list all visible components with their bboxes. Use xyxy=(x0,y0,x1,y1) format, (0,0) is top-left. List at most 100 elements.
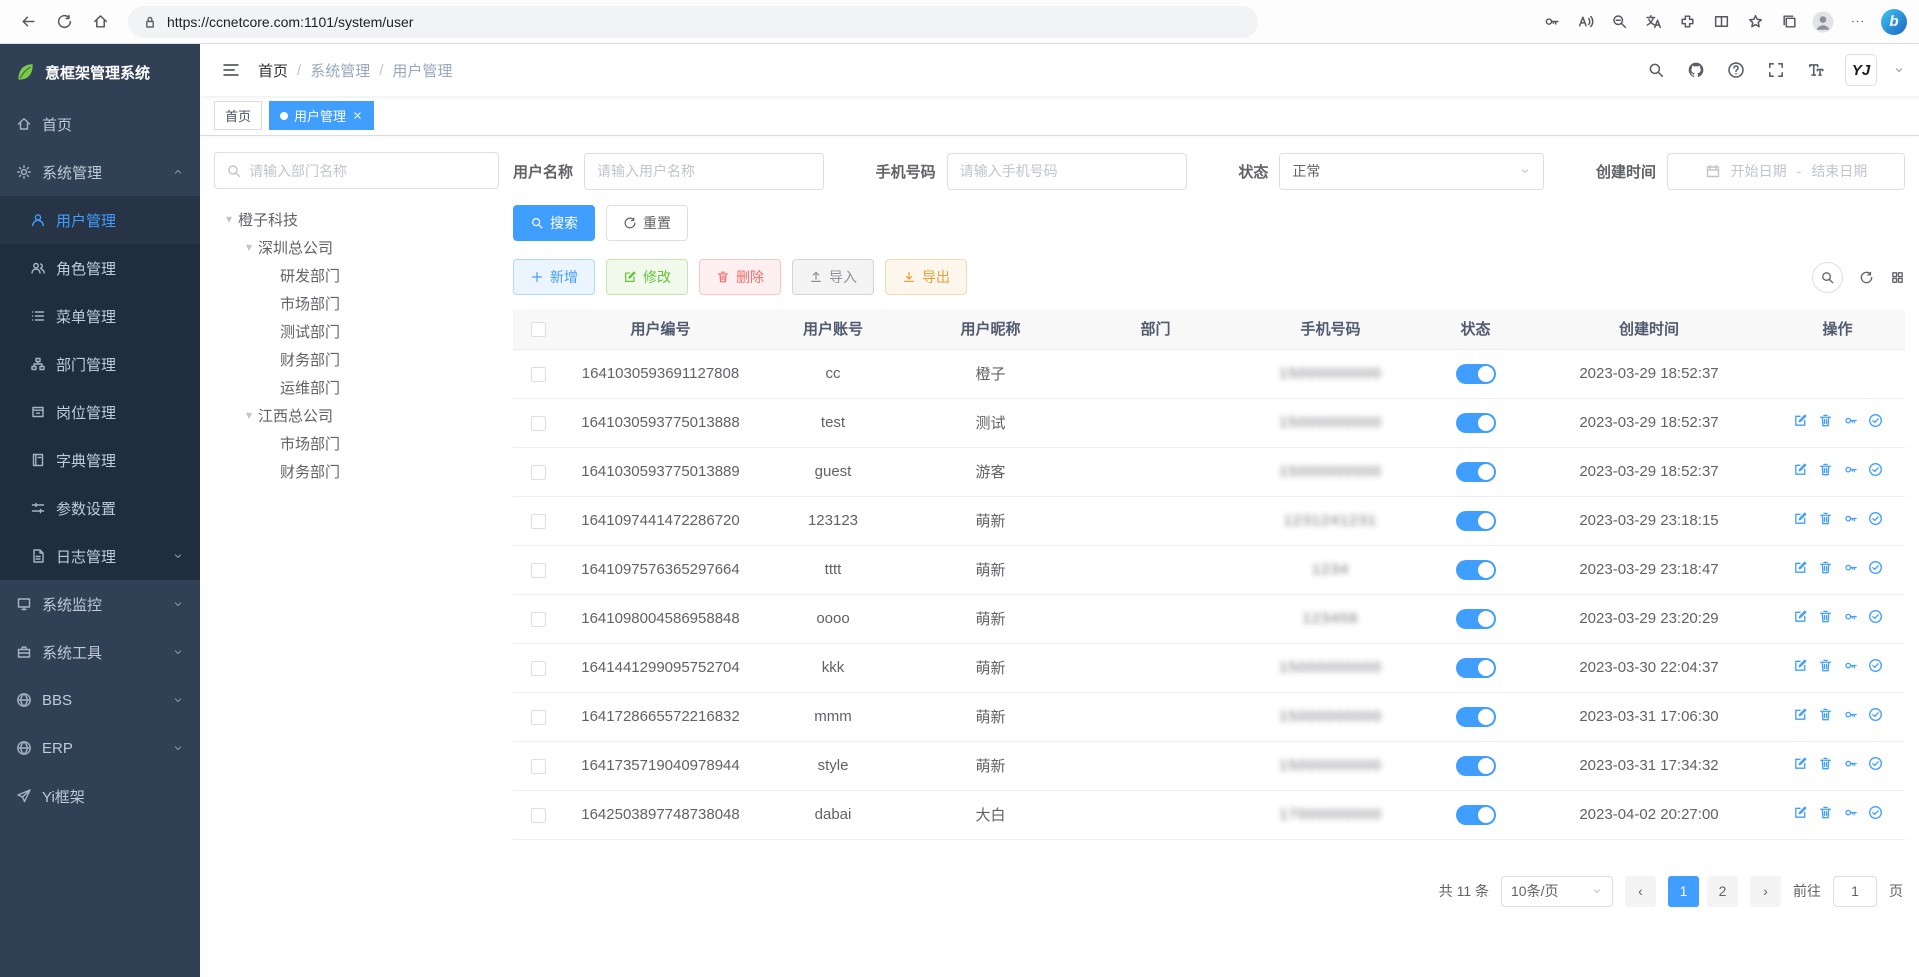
assign-role-icon[interactable] xyxy=(1868,658,1883,673)
tree-caret-icon[interactable]: ▾ xyxy=(240,408,258,422)
edit-icon[interactable] xyxy=(1793,756,1808,771)
toggle-search-button[interactable] xyxy=(1812,262,1843,293)
tree-node[interactable]: ▾深圳总公司 xyxy=(214,233,499,261)
dept-search-input[interactable] xyxy=(249,163,487,179)
edit-icon[interactable] xyxy=(1793,707,1808,722)
assign-role-icon[interactable] xyxy=(1868,609,1883,624)
edit-icon[interactable] xyxy=(1793,511,1808,526)
sidebar-item-menu-management[interactable]: 菜单管理 xyxy=(0,292,200,340)
phone-input[interactable] xyxy=(947,153,1187,190)
tab-user-management[interactable]: 用户管理 xyxy=(269,101,374,130)
row-checkbox[interactable] xyxy=(531,563,546,578)
more-icon[interactable] xyxy=(1841,6,1873,38)
tree-node[interactable]: 研发部门 xyxy=(214,261,499,289)
github-icon[interactable] xyxy=(1683,57,1709,83)
read-aloud-icon[interactable] xyxy=(1569,6,1601,38)
delete-icon[interactable] xyxy=(1818,609,1833,624)
sidebar-item-erp[interactable]: ERP xyxy=(0,724,200,772)
app-logo[interactable]: 意框架管理系统 xyxy=(0,44,200,100)
row-checkbox[interactable] xyxy=(531,759,546,774)
tree-caret-icon[interactable]: ▾ xyxy=(220,212,238,226)
export-button[interactable]: 导出 xyxy=(885,259,967,295)
edit-icon[interactable] xyxy=(1793,413,1808,428)
reset-button[interactable]: 重置 xyxy=(606,205,688,241)
url-text[interactable]: https://ccnetcore.com:1101/system/user xyxy=(167,14,413,30)
sidebar-item-post-management[interactable]: 岗位管理 xyxy=(0,388,200,436)
sidebar-item-home[interactable]: 首页 xyxy=(0,100,200,148)
copilot-icon[interactable]: b xyxy=(1881,9,1907,35)
status-toggle[interactable] xyxy=(1456,707,1496,727)
close-icon[interactable] xyxy=(352,110,363,121)
assign-role-icon[interactable] xyxy=(1868,511,1883,526)
edit-icon[interactable] xyxy=(1793,658,1808,673)
tree-node[interactable]: 市场部门 xyxy=(214,289,499,317)
key-icon[interactable] xyxy=(1535,6,1567,38)
split-screen-icon[interactable] xyxy=(1705,6,1737,38)
sidebar-item-dict-management[interactable]: 字典管理 xyxy=(0,436,200,484)
sidebar-item-system-tools[interactable]: 系统工具 xyxy=(0,628,200,676)
sidebar-item-dept-management[interactable]: 部门管理 xyxy=(0,340,200,388)
fullscreen-icon[interactable] xyxy=(1763,57,1789,83)
assign-role-icon[interactable] xyxy=(1868,560,1883,575)
assign-role-icon[interactable] xyxy=(1868,756,1883,771)
delete-icon[interactable] xyxy=(1818,462,1833,477)
reset-password-icon[interactable] xyxy=(1843,658,1858,673)
chevron-down-icon[interactable] xyxy=(1893,64,1905,76)
refresh-table-button[interactable] xyxy=(1859,270,1874,285)
prev-page-button[interactable]: ‹ xyxy=(1625,876,1656,907)
page-button-1[interactable]: 1 xyxy=(1668,876,1699,907)
question-icon[interactable] xyxy=(1723,57,1749,83)
row-checkbox[interactable] xyxy=(531,416,546,431)
tree-node[interactable]: ▾江西总公司 xyxy=(214,401,499,429)
import-button[interactable]: 导入 xyxy=(792,259,874,295)
delete-icon[interactable] xyxy=(1818,805,1833,820)
tree-node[interactable]: 运维部门 xyxy=(214,373,499,401)
reset-password-icon[interactable] xyxy=(1843,707,1858,722)
zoom-out-icon[interactable] xyxy=(1603,6,1635,38)
row-checkbox[interactable] xyxy=(531,661,546,676)
status-toggle[interactable] xyxy=(1456,413,1496,433)
reset-password-icon[interactable] xyxy=(1843,462,1858,477)
row-checkbox[interactable] xyxy=(531,710,546,725)
edit-icon[interactable] xyxy=(1793,805,1808,820)
assign-role-icon[interactable] xyxy=(1868,805,1883,820)
row-checkbox[interactable] xyxy=(531,514,546,529)
status-toggle[interactable] xyxy=(1456,364,1496,384)
breadcrumb-item-user[interactable]: 用户管理 xyxy=(392,60,452,81)
search-button[interactable]: 搜索 xyxy=(513,205,595,241)
tree-node[interactable]: 测试部门 xyxy=(214,317,499,345)
sidebar-item-role-management[interactable]: 角色管理 xyxy=(0,244,200,292)
sidebar-item-yi-framework[interactable]: Yi框架 xyxy=(0,772,200,820)
row-checkbox[interactable] xyxy=(531,612,546,627)
home-icon[interactable] xyxy=(84,6,116,38)
status-select[interactable]: 正常 xyxy=(1279,153,1544,190)
row-checkbox[interactable] xyxy=(531,367,546,382)
reset-password-icon[interactable] xyxy=(1843,511,1858,526)
reset-password-icon[interactable] xyxy=(1843,756,1858,771)
reset-password-icon[interactable] xyxy=(1843,413,1858,428)
search-icon[interactable] xyxy=(1643,57,1669,83)
select-all-checkbox[interactable] xyxy=(531,322,546,337)
edit-button[interactable]: 修改 xyxy=(606,259,688,295)
status-toggle[interactable] xyxy=(1456,609,1496,629)
reset-password-icon[interactable] xyxy=(1843,805,1858,820)
row-checkbox[interactable] xyxy=(531,808,546,823)
delete-icon[interactable] xyxy=(1818,658,1833,673)
tree-caret-icon[interactable]: ▾ xyxy=(240,240,258,254)
sidebar-item-param-settings[interactable]: 参数设置 xyxy=(0,484,200,532)
status-toggle[interactable] xyxy=(1456,462,1496,482)
delete-button[interactable]: 删除 xyxy=(699,259,781,295)
favorites-icon[interactable] xyxy=(1739,6,1771,38)
collections-icon[interactable] xyxy=(1773,6,1805,38)
address-bar[interactable]: https://ccnetcore.com:1101/system/user xyxy=(128,6,1258,38)
sidebar-item-log-management[interactable]: 日志管理 xyxy=(0,532,200,580)
delete-icon[interactable] xyxy=(1818,511,1833,526)
edit-icon[interactable] xyxy=(1793,560,1808,575)
tree-node[interactable]: 市场部门 xyxy=(214,429,499,457)
row-checkbox[interactable] xyxy=(531,465,546,480)
assign-role-icon[interactable] xyxy=(1868,413,1883,428)
tree-node[interactable]: 财务部门 xyxy=(214,457,499,485)
columns-button[interactable] xyxy=(1890,270,1905,285)
breadcrumb-item-home[interactable]: 首页 xyxy=(258,60,288,81)
tree-node[interactable]: 财务部门 xyxy=(214,345,499,373)
